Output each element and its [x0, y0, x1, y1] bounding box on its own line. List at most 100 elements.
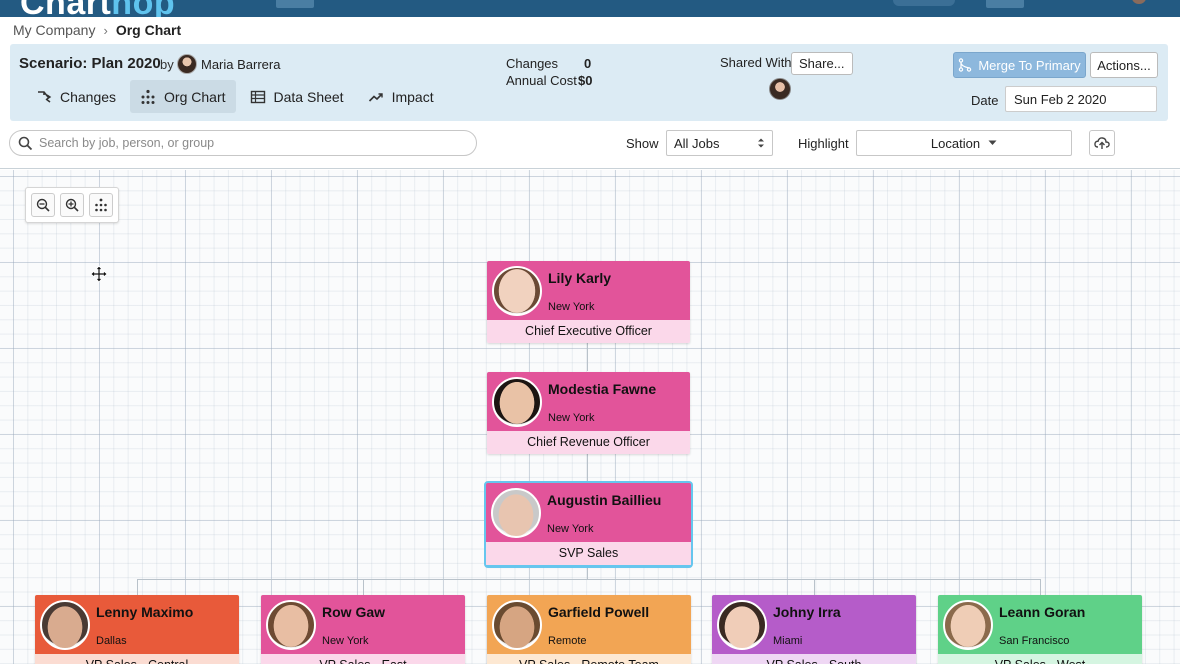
highlight-select[interactable]: Location — [856, 130, 1072, 156]
connector-line — [137, 579, 138, 595]
scenario-by-label: by — [160, 57, 174, 72]
org-card-cro[interactable]: Modestia Fawne New York Chief Revenue Of… — [487, 372, 690, 454]
org-card-svp[interactable]: Augustin Baillieu New York SVP Sales — [484, 481, 693, 568]
zoom-out-icon — [36, 198, 50, 212]
share-button[interactable]: Share... — [791, 52, 853, 75]
connector-line — [1040, 579, 1041, 595]
cloud-upload-icon — [1094, 137, 1110, 149]
person-name: Johny Irra — [773, 604, 841, 620]
connector-line — [587, 453, 588, 483]
header-pill-button[interactable] — [893, 0, 955, 6]
connector-line — [587, 341, 588, 371]
shared-with-label: Shared With — [720, 55, 792, 70]
owner-avatar — [177, 54, 197, 74]
app-logo[interactable]: Charthop — [20, 0, 175, 17]
header-button[interactable] — [986, 0, 1024, 8]
person-name: Augustin Baillieu — [547, 492, 662, 508]
merge-icon — [959, 58, 972, 72]
tab-impact[interactable]: Impact — [358, 80, 444, 113]
show-label: Show — [626, 136, 659, 151]
tab-changes[interactable]: Changes — [26, 80, 126, 113]
move-cursor-icon — [90, 265, 108, 283]
highlight-select-value: Location — [930, 135, 981, 151]
highlight-label: Highlight — [798, 136, 849, 151]
chevron-right-icon: › — [103, 22, 108, 38]
person-avatar — [943, 600, 993, 650]
org-card-ceo[interactable]: Lily Karly New York Chief Executive Offi… — [487, 261, 690, 343]
scenario-panel: Scenario: Plan 2020 by Maria Barrera Cha… — [10, 44, 1168, 121]
person-name: Leann Goran — [999, 604, 1086, 620]
person-avatar — [40, 600, 90, 650]
show-select[interactable]: All Jobs — [666, 130, 773, 156]
org-card-vp[interactable]: Garfield Powell Remote VP Sales - Remote… — [487, 595, 691, 664]
cost-stat-label: Annual Cost — [506, 73, 577, 88]
tab-org-chart[interactable]: Org Chart — [130, 80, 236, 113]
shared-user-avatar[interactable] — [769, 78, 791, 100]
person-location: San Francisco — [999, 635, 1070, 647]
job-title: SVP Sales — [486, 542, 691, 565]
org-card-vp[interactable]: Johny Irra Miami VP Sales - South — [712, 595, 916, 664]
person-name: Lily Karly — [548, 270, 612, 286]
merge-to-primary-button[interactable]: Merge To Primary — [953, 52, 1086, 78]
changes-stat-label: Changes — [506, 56, 559, 71]
scenario-owner[interactable]: Maria Barrera — [201, 57, 280, 72]
scenario-title: Scenario: Plan 2020 — [19, 55, 161, 72]
person-location: Remote — [548, 635, 587, 647]
person-name: Garfield Powell — [548, 604, 650, 620]
org-chart-icon — [141, 89, 155, 104]
fit-chart-button[interactable] — [89, 193, 113, 217]
person-name: Modestia Fawne — [548, 381, 657, 397]
zoom-out-button[interactable] — [31, 193, 55, 217]
breadcrumb-root[interactable]: My Company — [13, 22, 95, 38]
person-avatar — [492, 377, 542, 427]
org-chart-canvas[interactable]: Lily Karly New York Chief Executive Offi… — [0, 170, 1180, 664]
tab-impact-label: Impact — [391, 88, 434, 105]
tab-org-chart-label: Org Chart — [164, 88, 226, 105]
export-button[interactable] — [1089, 130, 1115, 156]
actions-button[interactable]: Actions... — [1090, 52, 1158, 78]
zoom-in-icon — [65, 198, 79, 212]
person-avatar — [492, 600, 542, 650]
zoom-in-button[interactable] — [60, 193, 84, 217]
scenario-stats: Changes 0 Annual Cost $0 — [506, 55, 592, 89]
zoom-controls — [25, 187, 119, 223]
tab-changes-label: Changes — [60, 88, 117, 105]
header-button[interactable] — [276, 0, 314, 8]
person-location: Miami — [773, 635, 803, 647]
breadcrumb-current: Org Chart — [115, 22, 182, 38]
tab-data-sheet[interactable]: Data Sheet — [240, 80, 354, 113]
connector-line — [137, 579, 1040, 580]
org-card-vp[interactable]: Lenny Maximo Dallas VP Sales - Central — [35, 595, 239, 664]
app-header: Charthop — [0, 0, 1180, 17]
show-select-value: All Jobs — [674, 135, 720, 151]
person-location: New York — [322, 635, 369, 647]
job-title: VP Sales - Remote Team — [487, 654, 691, 664]
connector-line — [814, 579, 815, 595]
select-arrows-icon — [758, 138, 764, 148]
org-card-vp[interactable]: Leann Goran San Francisco VP Sales - Wes… — [938, 595, 1142, 664]
job-title: VP Sales - Central — [35, 654, 239, 664]
connector-line — [587, 565, 588, 579]
job-title: VP Sales - East — [261, 654, 465, 664]
chevron-down-icon — [988, 140, 997, 145]
person-avatar — [717, 600, 767, 650]
person-name: Lenny Maximo — [96, 604, 194, 620]
scenario-tabs: Changes Org Chart Data Sheet Impact — [26, 80, 444, 113]
date-field[interactable]: Sun Feb 2 2020 — [1005, 86, 1157, 112]
person-avatar — [266, 600, 316, 650]
job-title: VP Sales - South — [712, 654, 916, 664]
org-chart-toolbar: Show All Jobs Highlight Location — [0, 122, 1180, 169]
org-card-vp[interactable]: Row Gaw New York VP Sales - East — [261, 595, 465, 664]
person-location: New York — [547, 523, 594, 535]
person-location: New York — [548, 412, 595, 424]
user-avatar[interactable] — [1132, 0, 1146, 4]
search-box — [9, 130, 477, 156]
tab-data-sheet-label: Data Sheet — [273, 88, 344, 105]
search-input[interactable] — [39, 136, 459, 150]
person-avatar — [491, 488, 541, 538]
connector-line — [363, 579, 364, 595]
job-title: Chief Revenue Officer — [487, 431, 690, 454]
job-title: Chief Executive Officer — [487, 320, 690, 343]
data-sheet-icon — [250, 90, 265, 103]
search-icon — [18, 136, 33, 150]
